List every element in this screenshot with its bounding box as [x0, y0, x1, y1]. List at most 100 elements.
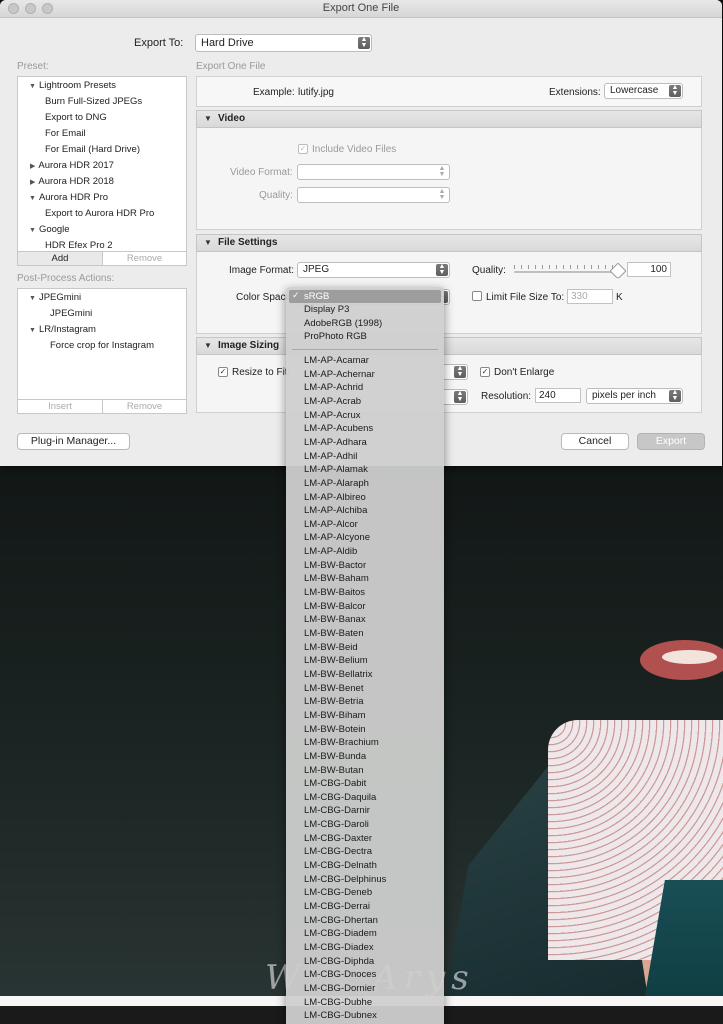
- action-item[interactable]: JPEGmini: [50, 308, 92, 319]
- menu-item[interactable]: LM-BW-Brachium: [304, 737, 379, 748]
- menu-item[interactable]: LM-AP-Acrux: [304, 410, 360, 421]
- video-section-header[interactable]: ▼ Video: [196, 110, 702, 128]
- menu-item[interactable]: LM-CBG-Dectra: [304, 846, 372, 857]
- menu-item[interactable]: LM-AP-Alamak: [304, 464, 368, 475]
- menu-item[interactable]: LM-BW-Belium: [304, 655, 368, 666]
- remove-action-button[interactable]: Remove: [102, 399, 186, 413]
- menu-item[interactable]: LM-CBG-Daxter: [304, 833, 372, 844]
- preset-folder-google[interactable]: ▼ Google: [29, 224, 70, 235]
- menu-item[interactable]: LM-AP-Acrab: [304, 396, 361, 407]
- resize-to-fit-checkbox[interactable]: ✓: [218, 367, 228, 377]
- menu-item[interactable]: LM-BW-Botein: [304, 724, 366, 735]
- menu-item[interactable]: LM-BW-Bunda: [304, 751, 366, 762]
- menu-item[interactable]: LM-AP-Adhara: [304, 437, 367, 448]
- menu-item[interactable]: ProPhoto RGB: [304, 331, 367, 342]
- action-folder-jpegmini[interactable]: ▼ JPEGmini: [29, 292, 81, 303]
- include-video-checkbox[interactable]: ✓: [298, 144, 308, 154]
- resize-units-select[interactable]: ▲ ▼: [440, 389, 468, 405]
- preset-folder-aurora-pro[interactable]: ▼ Aurora HDR Pro: [29, 192, 108, 203]
- menu-item[interactable]: LM-CBG-Delphinus: [304, 874, 386, 885]
- preset-list[interactable]: ▼ Lightroom Presets Burn Full-Sized JPEGs…: [17, 76, 187, 266]
- menu-item[interactable]: LM-CBG-Dhertan: [304, 915, 378, 926]
- menu-item[interactable]: Display P3: [304, 304, 349, 315]
- resolution-unit-select[interactable]: pixels per inch ▲ ▼: [586, 388, 683, 404]
- menu-item[interactable]: LM-AP-Adhil: [304, 451, 357, 462]
- menu-item[interactable]: AdobeRGB (1998): [304, 318, 382, 329]
- insert-action-button[interactable]: Insert: [18, 399, 102, 413]
- menu-item[interactable]: LM-CBG-Dnoces: [304, 969, 376, 980]
- menu-item[interactable]: LM-AP-Aldib: [304, 546, 357, 557]
- file-settings-section-header[interactable]: ▼ File Settings: [196, 234, 702, 252]
- resolution-input[interactable]: 240: [535, 388, 581, 403]
- extensions-value: Lowercase: [610, 85, 659, 96]
- export-button[interactable]: Export: [637, 433, 705, 450]
- menu-item[interactable]: LM-CBG-Deneb: [304, 887, 372, 898]
- menu-item[interactable]: LM-CBG-Diphda: [304, 956, 374, 967]
- menu-item[interactable]: LM-BW-Butan: [304, 765, 363, 776]
- cancel-button[interactable]: Cancel: [561, 433, 629, 450]
- menu-item[interactable]: LM-AP-Alcyone: [304, 532, 370, 543]
- color-space-menu[interactable]: ✓ sRGB Display P3 AdobeRGB (1998) ProPhoto…: [286, 287, 444, 1024]
- menu-item[interactable]: LM-CBG-Dubnex: [304, 1010, 377, 1021]
- preset-item[interactable]: Export to DNG: [45, 112, 107, 123]
- menu-item[interactable]: LM-CBG-Derrai: [304, 901, 370, 912]
- preset-folder-aurora-2017[interactable]: ▶ Aurora HDR 2017: [30, 160, 114, 171]
- video-quality-select[interactable]: ▲ ▼: [297, 187, 450, 203]
- menu-item[interactable]: LM-CBG-Darnir: [304, 805, 370, 816]
- menu-item[interactable]: LM-CBG-Dabit: [304, 778, 366, 789]
- preset-item[interactable]: For Email: [45, 128, 86, 139]
- menu-item[interactable]: LM-BW-Biham: [304, 710, 366, 721]
- quality-input[interactable]: 100: [627, 262, 671, 277]
- action-item[interactable]: Force crop for Instagram: [50, 340, 154, 351]
- preset-item[interactable]: Export to Aurora HDR Pro: [45, 208, 154, 219]
- menu-item[interactable]: LM-CBG-Dornier: [304, 983, 375, 994]
- menu-item[interactable]: LM-BW-Betria: [304, 696, 363, 707]
- quality-label: Quality:: [472, 265, 506, 276]
- extensions-select[interactable]: Lowercase ▲ ▼: [604, 83, 683, 99]
- preset-folder-lightroom[interactable]: ▼ Lightroom Presets: [29, 80, 116, 91]
- image-format-select[interactable]: JPEG ▲ ▼: [297, 262, 450, 278]
- limit-file-size-checkbox[interactable]: [472, 291, 482, 301]
- menu-item[interactable]: LM-AP-Acamar: [304, 355, 369, 366]
- menu-item[interactable]: LM-AP-Alcor: [304, 519, 358, 530]
- menu-item[interactable]: LM-CBG-Daroli: [304, 819, 369, 830]
- preset-item[interactable]: Burn Full-Sized JPEGs: [45, 96, 142, 107]
- preset-item[interactable]: For Email (Hard Drive): [45, 144, 140, 155]
- menu-item[interactable]: LM-CBG-Delnath: [304, 860, 377, 871]
- plugin-manager-button[interactable]: Plug-in Manager...: [17, 433, 130, 450]
- quality-slider[interactable]: [514, 271, 624, 273]
- menu-item[interactable]: LM-AP-Albireo: [304, 492, 366, 503]
- menu-item[interactable]: LM-CBG-Diadex: [304, 942, 374, 953]
- limit-file-size-input[interactable]: 330: [567, 289, 613, 304]
- menu-item[interactable]: LM-CBG-Dubhe: [304, 997, 372, 1008]
- dont-enlarge-checkbox[interactable]: ✓: [480, 367, 490, 377]
- menu-item[interactable]: LM-AP-Alaraph: [304, 478, 369, 489]
- menu-item[interactable]: LM-AP-Achrid: [304, 382, 363, 393]
- video-format-select[interactable]: ▲ ▼: [297, 164, 450, 180]
- chevron-updown-icon: ▲▼: [454, 365, 466, 378]
- menu-item[interactable]: LM-BW-Bactor: [304, 560, 366, 571]
- preset-item[interactable]: HDR Efex Pro 2: [45, 240, 113, 251]
- menu-item[interactable]: LM-CBG-Diadem: [304, 928, 377, 939]
- post-process-list[interactable]: ▼ JPEGmini JPEGmini ▼ LR/Instagram Force c…: [17, 288, 187, 414]
- menu-item[interactable]: LM-AP-Achernar: [304, 369, 375, 380]
- export-to-select[interactable]: Hard Drive ▲ ▼: [195, 34, 372, 52]
- menu-item[interactable]: LM-CBG-Daquila: [304, 792, 376, 803]
- menu-item[interactable]: LM-AP-Alchiba: [304, 505, 367, 516]
- menu-item[interactable]: LM-BW-Banax: [304, 614, 366, 625]
- menu-item[interactable]: LM-BW-Benet: [304, 683, 363, 694]
- menu-item-selected[interactable]: ✓ sRGB: [289, 290, 441, 303]
- menu-item[interactable]: LM-BW-Baten: [304, 628, 363, 639]
- menu-item[interactable]: LM-BW-Baham: [304, 573, 369, 584]
- menu-item[interactable]: LM-BW-Balcor: [304, 601, 366, 612]
- menu-item[interactable]: LM-BW-Bellatrix: [304, 669, 372, 680]
- menu-item[interactable]: LM-BW-Beid: [304, 642, 358, 653]
- resize-mode-select[interactable]: ▲ ▼: [440, 364, 468, 380]
- remove-preset-button[interactable]: Remove: [102, 251, 186, 265]
- image-sizing-section-header[interactable]: ▼ Image Sizing: [196, 337, 702, 355]
- action-folder-lr-instagram[interactable]: ▼ LR/Instagram: [29, 324, 96, 335]
- menu-item[interactable]: LM-AP-Acubens: [304, 423, 373, 434]
- menu-item[interactable]: LM-BW-Baitos: [304, 587, 365, 598]
- preset-folder-aurora-2018[interactable]: ▶ Aurora HDR 2018: [30, 176, 114, 187]
- add-preset-button[interactable]: Add: [18, 251, 102, 265]
